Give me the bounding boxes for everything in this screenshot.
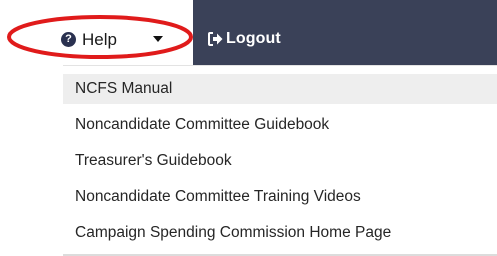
menu-item-training-videos[interactable]: Noncandidate Committee Training Videos bbox=[63, 182, 497, 212]
menu-item-commission-home-page[interactable]: Campaign Spending Commission Home Page bbox=[63, 218, 497, 248]
menu-item-ncfs-manual[interactable]: NCFS Manual bbox=[63, 74, 497, 104]
help-dropdown-menu: NCFS Manual Noncandidate Committee Guide… bbox=[63, 65, 497, 256]
menu-item-treasurers-guidebook[interactable]: Treasurer's Guidebook bbox=[63, 146, 497, 176]
caret-down-icon bbox=[153, 36, 163, 42]
logout-label: Logout bbox=[226, 30, 281, 47]
navbar-screenshot: ? Help Logout NCFS Manual Noncandidate C… bbox=[0, 0, 497, 256]
help-label: Help bbox=[82, 30, 117, 49]
menu-item-noncandidate-guidebook[interactable]: Noncandidate Committee Guidebook bbox=[63, 110, 497, 140]
question-circle-icon: ? bbox=[61, 32, 76, 47]
sign-out-icon bbox=[208, 32, 223, 46]
